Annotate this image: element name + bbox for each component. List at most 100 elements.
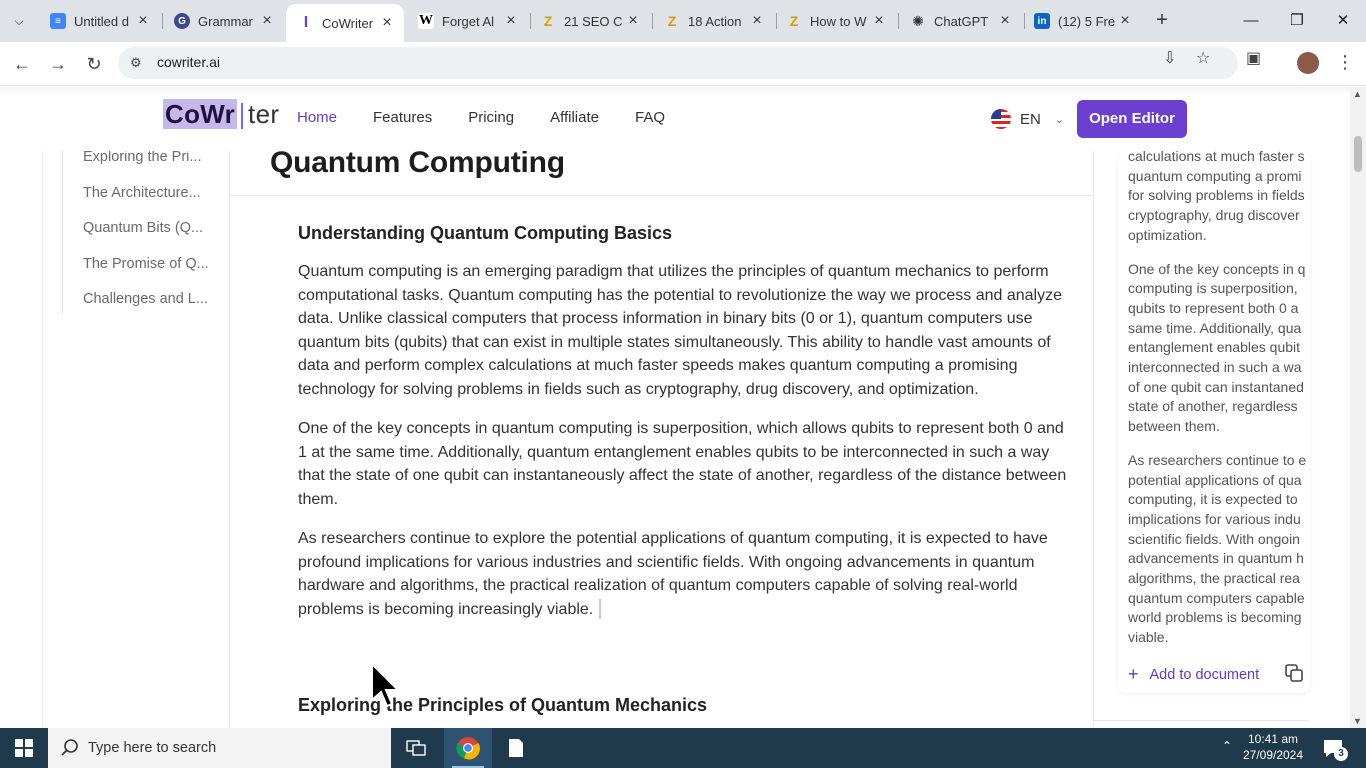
url-text[interactable]: cowriter.ai bbox=[157, 54, 220, 70]
scroll-up-icon[interactable]: ▲ bbox=[1353, 89, 1362, 99]
nav-faq[interactable]: FAQ bbox=[635, 109, 665, 126]
nav-features[interactable]: Features bbox=[373, 109, 432, 126]
language-selector[interactable]: EN ⌄ bbox=[991, 109, 1064, 129]
suggestion-line: advancements in quantum h bbox=[1128, 550, 1304, 567]
notification-count: 3 bbox=[1334, 747, 1348, 761]
toc-item[interactable]: Challenges and L... bbox=[83, 292, 230, 329]
tab-wikipedia[interactable]: W Forget Al × bbox=[406, 4, 528, 38]
add-to-document-button[interactable]: + Add to document bbox=[1128, 664, 1259, 685]
nav-affiliate[interactable]: Affiliate bbox=[550, 109, 599, 126]
chrome-taskbar-button[interactable] bbox=[444, 728, 492, 768]
scroll-down-icon[interactable]: ▼ bbox=[1353, 716, 1362, 726]
profile-avatar[interactable] bbox=[1297, 52, 1319, 74]
cowriter-icon: I bbox=[303, 14, 309, 31]
main-nav: Home Features Pricing Affiliate FAQ bbox=[297, 109, 701, 126]
minimize-button[interactable]: — bbox=[1228, 0, 1274, 40]
article-title: Quantum Computing bbox=[270, 146, 565, 179]
tray-chevron-icon[interactable]: ⌃ bbox=[1222, 739, 1232, 753]
copy-icon[interactable] bbox=[1285, 664, 1303, 682]
suggestion-paragraph: One of the key concepts in q computing is… bbox=[1128, 260, 1309, 437]
tab-cowriter[interactable]: I CoWriter × bbox=[286, 4, 404, 42]
suggestion-paragraph: calculations at much faster s quantum com… bbox=[1128, 147, 1309, 246]
chrome-icon bbox=[456, 737, 480, 760]
close-window-button[interactable]: ✕ bbox=[1320, 0, 1366, 40]
file-taskbar-button[interactable] bbox=[492, 728, 540, 768]
toc-item[interactable]: Quantum Bits (Q... bbox=[83, 221, 230, 258]
tab-seo[interactable]: Z 21 SEO C × bbox=[528, 4, 650, 38]
panel-divider bbox=[1093, 720, 1309, 721]
page-scrollbar[interactable]: ▲ ▼ bbox=[1350, 87, 1366, 728]
forward-button[interactable]: → bbox=[44, 50, 72, 78]
close-icon[interactable]: × bbox=[748, 12, 766, 30]
suggestion-line: of one qubit can instantaned bbox=[1128, 378, 1304, 395]
tab-action[interactable]: Z 18 Action × bbox=[652, 4, 774, 38]
suggestion-text: calculations at much faster s quantum com… bbox=[1128, 147, 1309, 662]
cowriter-logo[interactable]: CoWr ter bbox=[163, 99, 279, 130]
edit-caret bbox=[599, 599, 602, 620]
close-icon[interactable]: × bbox=[378, 14, 396, 32]
address-bar[interactable]: ⚙ cowriter.ai bbox=[118, 47, 1238, 79]
tab-google-docs[interactable]: ≡ Untitled d × bbox=[38, 4, 160, 38]
close-icon[interactable]: × bbox=[1116, 12, 1134, 30]
suggestion-line: entanglement enables qubit bbox=[1128, 339, 1301, 356]
reload-button[interactable]: ↻ bbox=[80, 50, 108, 78]
wikipedia-icon: W bbox=[418, 13, 434, 29]
toc-item[interactable]: The Promise of Q... bbox=[83, 256, 230, 294]
scroll-thumb[interactable] bbox=[1354, 136, 1362, 172]
paragraph[interactable]: Quantum computing is an emerging paradig… bbox=[298, 260, 1070, 402]
close-icon[interactable]: × bbox=[134, 12, 152, 30]
extensions-icon[interactable]: ▣ bbox=[1246, 48, 1261, 68]
tab-linkedin[interactable]: in (12) 5 Fre × bbox=[1022, 4, 1142, 38]
close-icon[interactable]: × bbox=[502, 12, 520, 30]
toolbar: ← → ↻ ⚙ cowriter.ai ⇩ ☆ ▣ ⋮ bbox=[0, 42, 1366, 86]
suggestion-line: for solving problems in fields bbox=[1128, 187, 1305, 204]
section-heading: Understanding Quantum Computing Basics bbox=[298, 223, 673, 243]
close-icon[interactable]: × bbox=[624, 12, 642, 30]
toc-item[interactable]: The Architecture... bbox=[83, 185, 230, 223]
restore-button[interactable]: ❐ bbox=[1274, 0, 1320, 40]
menu-icon[interactable]: ⋮ bbox=[1336, 52, 1354, 73]
task-view-button[interactable] bbox=[392, 728, 440, 768]
suggestion-line: quantum computing a promi bbox=[1128, 167, 1302, 184]
system-clock[interactable]: 10:41 am 27/09/2024 bbox=[1240, 731, 1306, 763]
open-editor-button[interactable]: Open Editor bbox=[1077, 100, 1187, 138]
close-icon[interactable]: × bbox=[996, 12, 1014, 30]
table-of-contents: Exploring the Pri... The Architecture...… bbox=[42, 150, 230, 728]
text-cursor-icon bbox=[241, 103, 244, 130]
tab-grammarly[interactable]: G Grammar × bbox=[162, 4, 284, 38]
paragraph[interactable]: One of the key concepts in quantum compu… bbox=[298, 417, 1070, 511]
z-icon: Z bbox=[667, 13, 677, 29]
tab-how-to[interactable]: Z How to W × bbox=[774, 4, 896, 38]
back-button[interactable]: ← bbox=[8, 50, 36, 78]
install-app-icon[interactable]: ⇩ bbox=[1163, 48, 1176, 68]
suggestion-line: As researchers continue to e bbox=[1128, 451, 1307, 468]
new-tab-button[interactable]: + bbox=[1150, 8, 1174, 32]
article-body[interactable]: Understanding Quantum Computing Basics Q… bbox=[298, 223, 1070, 715]
browser-window: ⌵ ≡ Untitled d × G Grammar × I CoWriter … bbox=[0, 0, 1366, 728]
suggestion-paragraph: As researchers continue to e potential ap… bbox=[1128, 451, 1309, 648]
close-icon[interactable]: × bbox=[258, 12, 276, 30]
tab-chatgpt[interactable]: ✺ ChatGPT × bbox=[898, 4, 1022, 38]
suggestion-line: algorithms, the practical rea bbox=[1128, 570, 1300, 587]
suggestion-line: between them. bbox=[1128, 418, 1220, 435]
us-flag-icon bbox=[991, 109, 1011, 129]
header-shadow bbox=[0, 87, 1350, 97]
toc-item[interactable]: Exploring the Pri... bbox=[83, 150, 230, 187]
nav-home[interactable]: Home bbox=[297, 109, 337, 126]
nav-pricing[interactable]: Pricing bbox=[468, 109, 514, 126]
mouse-pointer-icon bbox=[371, 662, 401, 708]
site-info-icon[interactable]: ⚙ bbox=[130, 55, 142, 71]
tab-strip: ⌵ ≡ Untitled d × G Grammar × I CoWriter … bbox=[0, 0, 1366, 42]
bookmark-star-icon[interactable]: ☆ bbox=[1196, 48, 1210, 68]
suggestion-line: scientific fields. With ongoin bbox=[1128, 530, 1300, 547]
suggestion-line: interconnected in such a wa bbox=[1128, 359, 1302, 376]
paragraph[interactable]: As researchers continue to explore the p… bbox=[298, 527, 1070, 621]
suggestion-line: computing is superposition, bbox=[1128, 280, 1298, 297]
title-divider bbox=[230, 195, 1093, 196]
section-heading: Exploring the Principles of Quantum Mech… bbox=[298, 695, 708, 715]
close-icon[interactable]: × bbox=[870, 12, 888, 30]
google-docs-icon: ≡ bbox=[50, 13, 66, 29]
taskbar-search[interactable]: Type here to search bbox=[48, 728, 391, 768]
tab-search-button[interactable]: ⌵ bbox=[6, 8, 32, 34]
start-button[interactable] bbox=[0, 728, 48, 768]
